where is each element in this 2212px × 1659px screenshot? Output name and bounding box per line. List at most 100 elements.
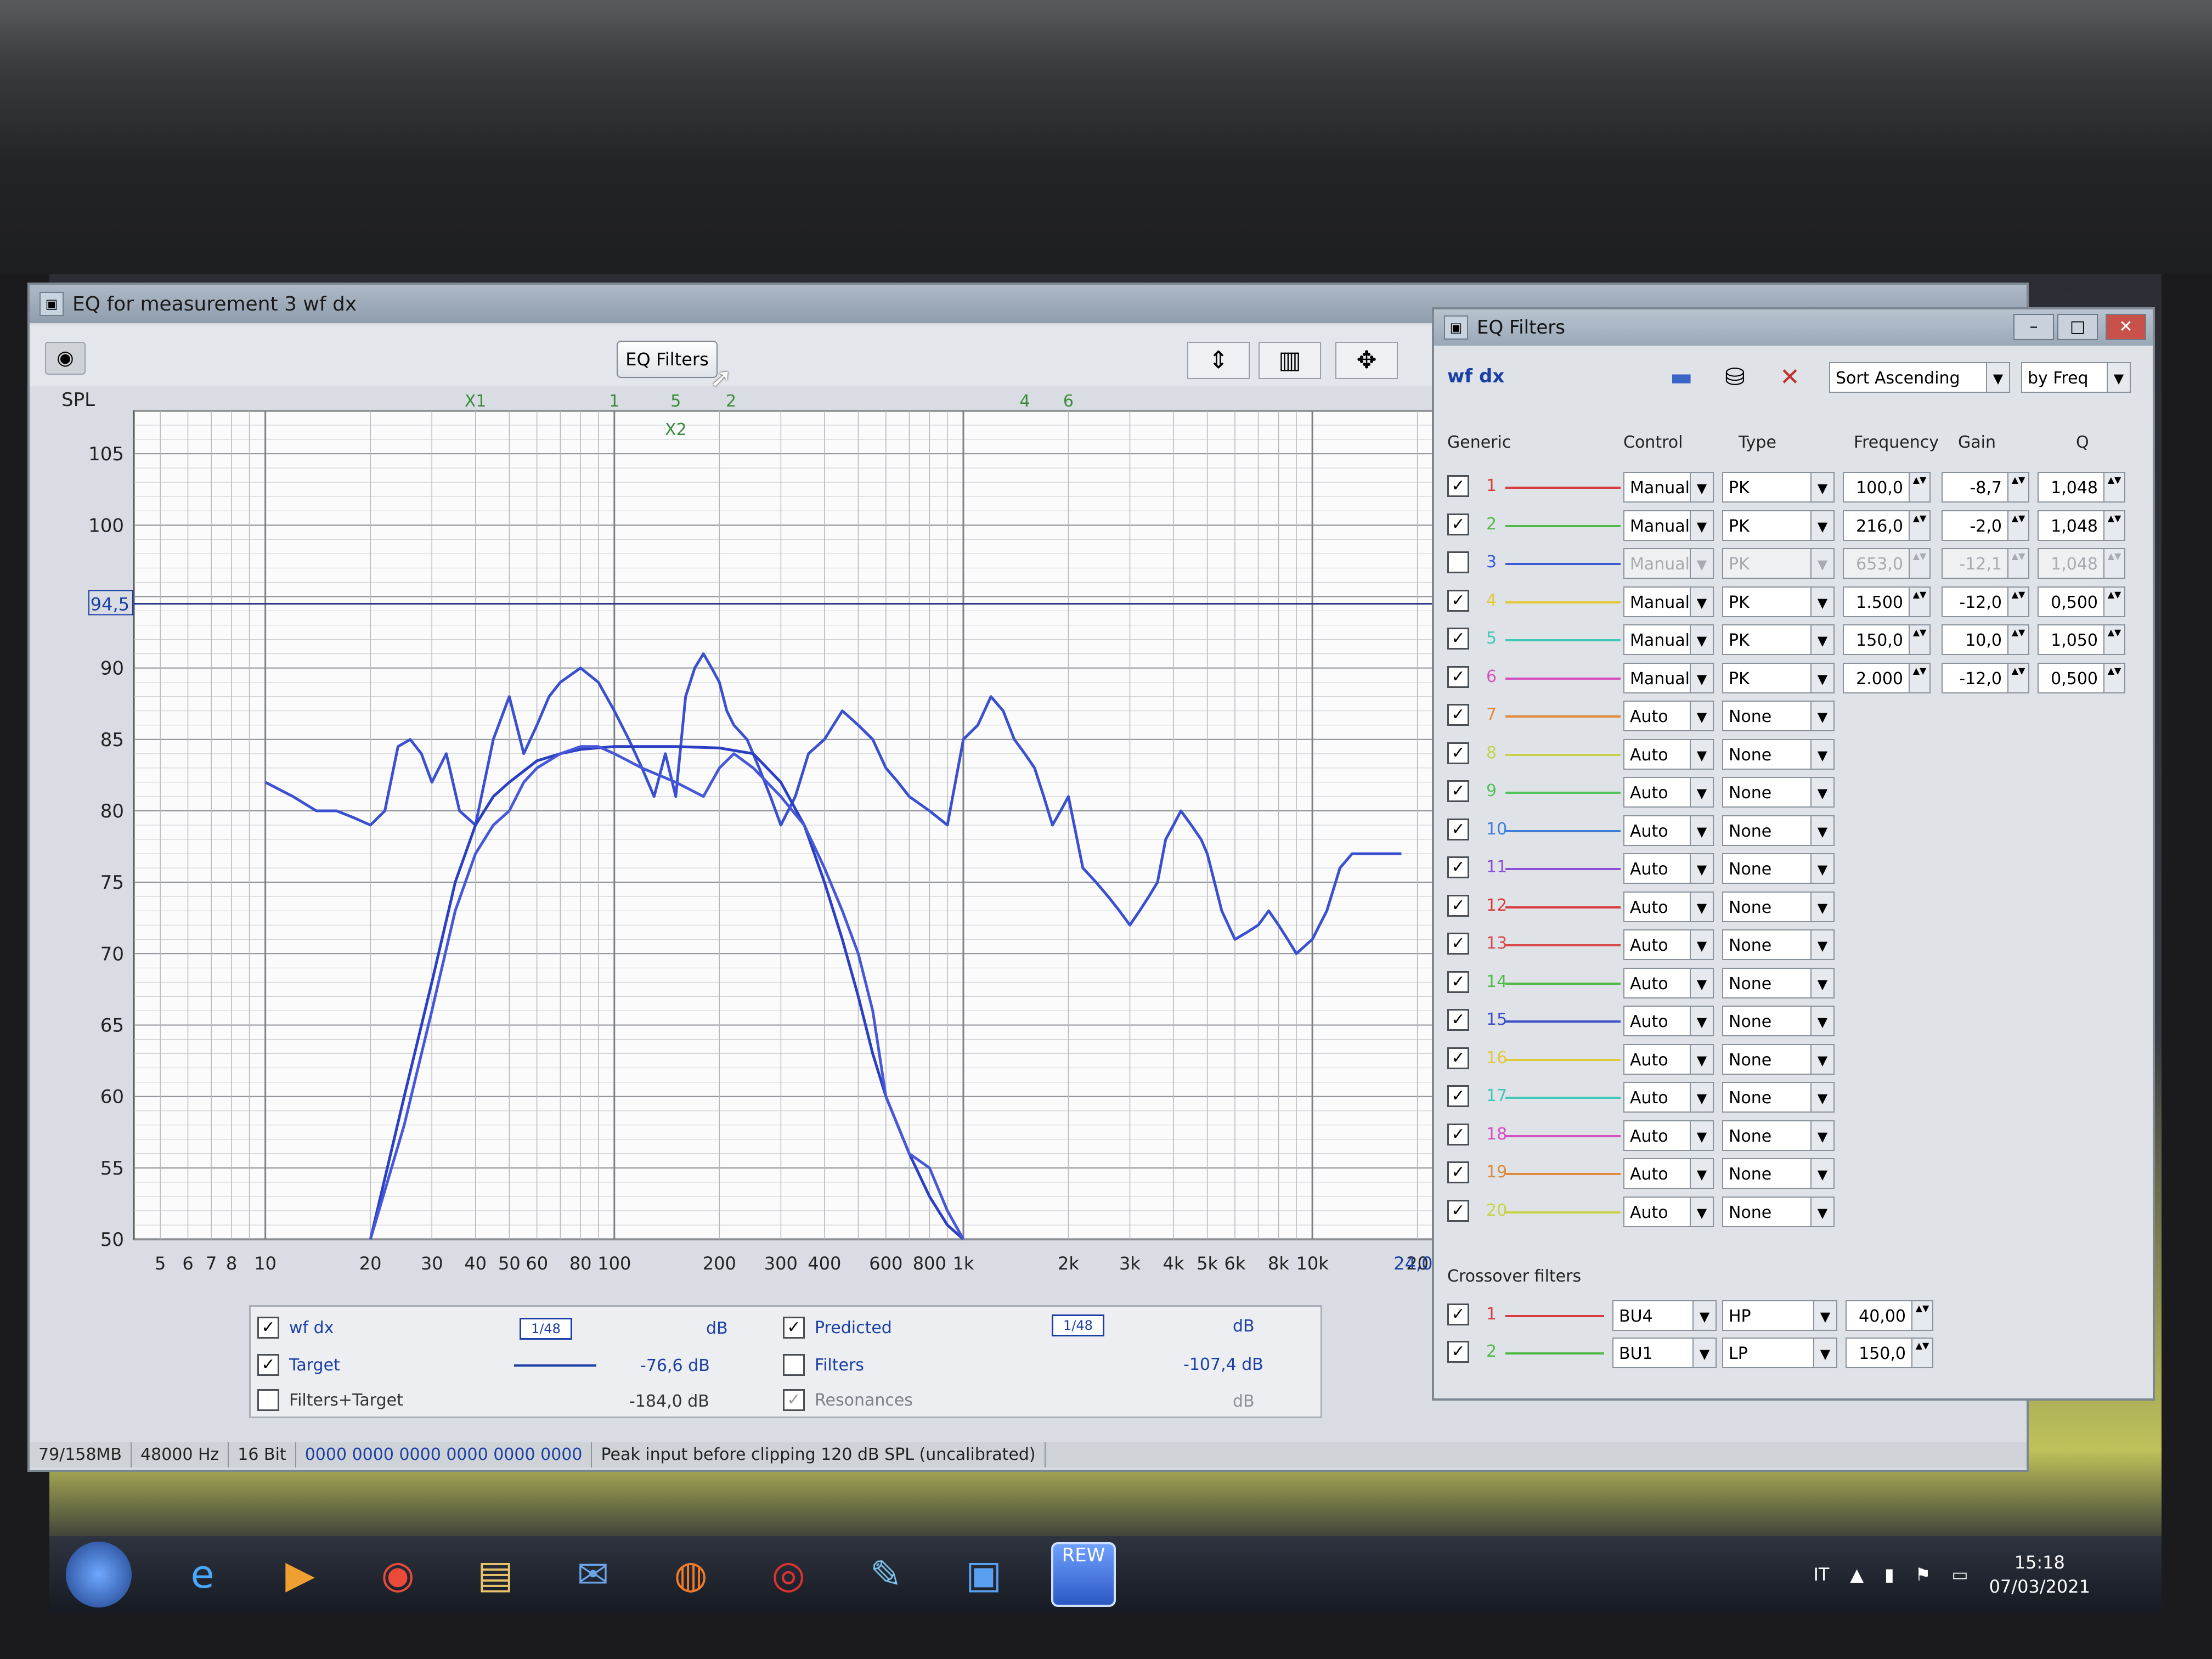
filter-type-select[interactable]: None ▼ xyxy=(1722,1043,1835,1075)
filter-control-select[interactable]: Auto ▼ xyxy=(1623,1006,1714,1036)
filter-enable-checkbox[interactable]: ✓ xyxy=(1447,742,1469,764)
start-button[interactable] xyxy=(66,1542,132,1607)
remote-desktop-icon[interactable]: ▣ xyxy=(953,1544,1014,1605)
filter-control-select[interactable]: Auto ▼ xyxy=(1623,853,1714,884)
filter-frequency-input[interactable]: 216,0 ▲▼ xyxy=(1843,510,1931,541)
wf-dx-checkbox[interactable]: ✓ xyxy=(257,1317,279,1339)
eq-filters-button[interactable]: EQ Filters xyxy=(617,341,718,378)
filter-type-select[interactable]: PK ▼ xyxy=(1722,548,1835,579)
filter-type-select[interactable]: None ▼ xyxy=(1722,1120,1835,1151)
filter-control-select[interactable]: Auto ▼ xyxy=(1623,967,1714,998)
filter-type-select[interactable]: PK ▼ xyxy=(1722,624,1835,655)
filter-control-select[interactable]: Auto ▼ xyxy=(1623,738,1714,770)
filter-type-select[interactable]: PK ▼ xyxy=(1722,586,1835,617)
crossover-type-select[interactable]: LP ▼ xyxy=(1722,1338,1837,1368)
filter-control-select[interactable]: Auto ▼ xyxy=(1623,777,1714,808)
filter-gain-input[interactable]: -12,1 ▲▼ xyxy=(1942,548,2029,579)
filter-frequency-input[interactable]: 2.000 ▲▼ xyxy=(1843,662,1931,693)
filter-gain-input[interactable]: -8,7 ▲▼ xyxy=(1942,472,2029,503)
filter-enable-checkbox[interactable]: ✓ xyxy=(1447,970,1469,993)
legend-row-target[interactable]: ✓ Target xyxy=(257,1348,340,1381)
filter-enable-checkbox[interactable]: ✓ xyxy=(1447,475,1469,497)
filter-enable-checkbox[interactable]: ✓ xyxy=(1447,818,1469,840)
minimize-icon[interactable]: – xyxy=(2013,314,2054,340)
show-hidden-icons-icon[interactable]: ▲ xyxy=(1850,1564,1864,1585)
clock[interactable]: 15:18 07/03/2021 xyxy=(1989,1550,2090,1599)
eq-filters-titlebar[interactable]: ▣ EQ Filters – □ ✕ xyxy=(1434,309,2153,346)
firefox-icon[interactable]: ◍ xyxy=(661,1544,721,1605)
save-icon[interactable]: ⛁ xyxy=(1725,363,1745,391)
open-folder-icon[interactable]: ▬ xyxy=(1670,363,1693,391)
filter-type-select[interactable]: None ▼ xyxy=(1722,1082,1835,1113)
filter-enable-checkbox[interactable]: ✓ xyxy=(1447,551,1469,573)
filter-type-select[interactable]: PK ▼ xyxy=(1722,662,1835,693)
filter-frequency-input[interactable]: 1.500 ▲▼ xyxy=(1843,586,1931,617)
crossover-filter-select[interactable]: BU1 ▼ xyxy=(1612,1338,1717,1368)
internet-explorer-icon[interactable]: e xyxy=(172,1544,233,1605)
filter-frequency-input[interactable]: 100,0 ▲▼ xyxy=(1843,472,1931,503)
filter-type-select[interactable]: None ▼ xyxy=(1722,1158,1835,1189)
filter-control-select[interactable]: Auto ▼ xyxy=(1623,1196,1714,1227)
crossover-frequency-input[interactable]: 150,0 ▲▼ xyxy=(1846,1338,1933,1368)
crossover-frequency-input[interactable]: 40,00 ▲▼ xyxy=(1846,1300,1933,1331)
filter-control-select[interactable]: Auto ▼ xyxy=(1623,891,1714,922)
paint-icon[interactable]: ✎ xyxy=(856,1544,916,1605)
action-center-flag-icon[interactable]: ⚑ xyxy=(1915,1564,1931,1585)
recording-app-icon[interactable]: ◎ xyxy=(758,1544,819,1605)
filter-control-select[interactable]: Manual ▼ xyxy=(1623,586,1714,617)
filter-type-select[interactable]: None ▼ xyxy=(1722,853,1835,884)
predicted-checkbox[interactable]: ✓ xyxy=(783,1317,805,1339)
filter-enable-checkbox[interactable]: ✓ xyxy=(1447,780,1469,802)
legend-row-filters-target[interactable]: ✓ Filters+Target xyxy=(257,1384,403,1417)
camera-icon[interactable]: ◉ xyxy=(45,342,86,375)
filters-target-checkbox[interactable]: ✓ xyxy=(257,1389,279,1411)
filter-enable-checkbox[interactable]: ✓ xyxy=(1447,933,1469,955)
filter-control-select[interactable]: Auto ▼ xyxy=(1623,701,1714,731)
chrome-icon[interactable]: ◉ xyxy=(368,1544,428,1605)
filter-control-select[interactable]: Manual ▼ xyxy=(1623,662,1714,693)
filter-enable-checkbox[interactable]: ✓ xyxy=(1447,1085,1469,1107)
sort-by-select[interactable]: by Freq ▼ xyxy=(2021,362,2131,393)
filter-control-select[interactable]: Manual ▼ xyxy=(1623,472,1714,503)
filter-q-input[interactable]: 1,048 ▲▼ xyxy=(2038,510,2125,541)
filter-frequency-input[interactable]: 653,0 ▲▼ xyxy=(1843,548,1931,579)
resonances-checkbox[interactable]: ✓ xyxy=(783,1389,805,1411)
legend-row-wf-dx[interactable]: ✓ wf dx xyxy=(257,1311,334,1344)
filter-gain-input[interactable]: 10,0 ▲▼ xyxy=(1942,624,2029,655)
filter-enable-checkbox[interactable]: ✓ xyxy=(1447,1123,1469,1146)
filter-q-input[interactable]: 0,500 ▲▼ xyxy=(2038,586,2125,617)
crossover-enable-checkbox[interactable]: ✓ xyxy=(1447,1304,1469,1325)
zoom-vertical-icon[interactable]: ⇕ xyxy=(1187,342,1250,379)
filters-checkbox[interactable]: ✓ xyxy=(783,1354,805,1376)
filter-frequency-input[interactable]: 150,0 ▲▼ xyxy=(1843,624,1931,655)
filter-type-select[interactable]: PK ▼ xyxy=(1722,510,1835,541)
filter-enable-checkbox[interactable]: ✓ xyxy=(1447,704,1469,726)
filter-enable-checkbox[interactable]: ✓ xyxy=(1447,1199,1469,1222)
thunderbird-icon[interactable]: ✉ xyxy=(563,1544,623,1605)
predicted-smoothing[interactable]: 1/48 xyxy=(1052,1314,1104,1336)
maximize-icon[interactable]: □ xyxy=(2057,314,2098,340)
sort-order-select[interactable]: Sort Ascending ▼ xyxy=(1829,362,2010,393)
filter-control-select[interactable]: Manual ▼ xyxy=(1623,624,1714,655)
filter-control-select[interactable]: Auto ▼ xyxy=(1623,1120,1714,1151)
legend-row-filters[interactable]: ✓ Filters xyxy=(783,1348,864,1381)
wf-dx-smoothing[interactable]: 1/48 xyxy=(520,1318,572,1340)
filter-q-input[interactable]: 1,050 ▲▼ xyxy=(2038,624,2125,655)
filter-gain-input[interactable]: -12,0 ▲▼ xyxy=(1942,662,2029,693)
filter-gain-input[interactable]: -12,0 ▲▼ xyxy=(1942,586,2029,617)
delete-icon[interactable]: ✕ xyxy=(1780,363,1800,391)
legend-row-predicted[interactable]: ✓ Predicted xyxy=(783,1311,892,1344)
filter-type-select[interactable]: None ▼ xyxy=(1722,738,1835,770)
frequency-plot[interactable]: 94,5 50 55 60 65 70 75 80 85 90 100 105 5 6 7 8 10 20 30 40… xyxy=(30,392,1451,1382)
filter-enable-checkbox[interactable]: ✓ xyxy=(1447,1161,1469,1183)
filter-type-select[interactable]: None ▼ xyxy=(1722,815,1835,846)
filter-enable-checkbox[interactable]: ✓ xyxy=(1447,894,1469,917)
crossover-enable-checkbox[interactable]: ✓ xyxy=(1447,1341,1469,1363)
filter-type-select[interactable]: None ▼ xyxy=(1722,967,1835,998)
legend-row-resonances[interactable]: ✓ Resonances xyxy=(783,1384,913,1417)
pan-arrows-icon[interactable]: ✥ xyxy=(1335,342,1398,379)
filter-q-input[interactable]: 0,500 ▲▼ xyxy=(2038,662,2125,693)
target-checkbox[interactable]: ✓ xyxy=(257,1354,279,1376)
filter-type-select[interactable]: None ▼ xyxy=(1722,929,1835,960)
filter-type-select[interactable]: None ▼ xyxy=(1722,1006,1835,1036)
